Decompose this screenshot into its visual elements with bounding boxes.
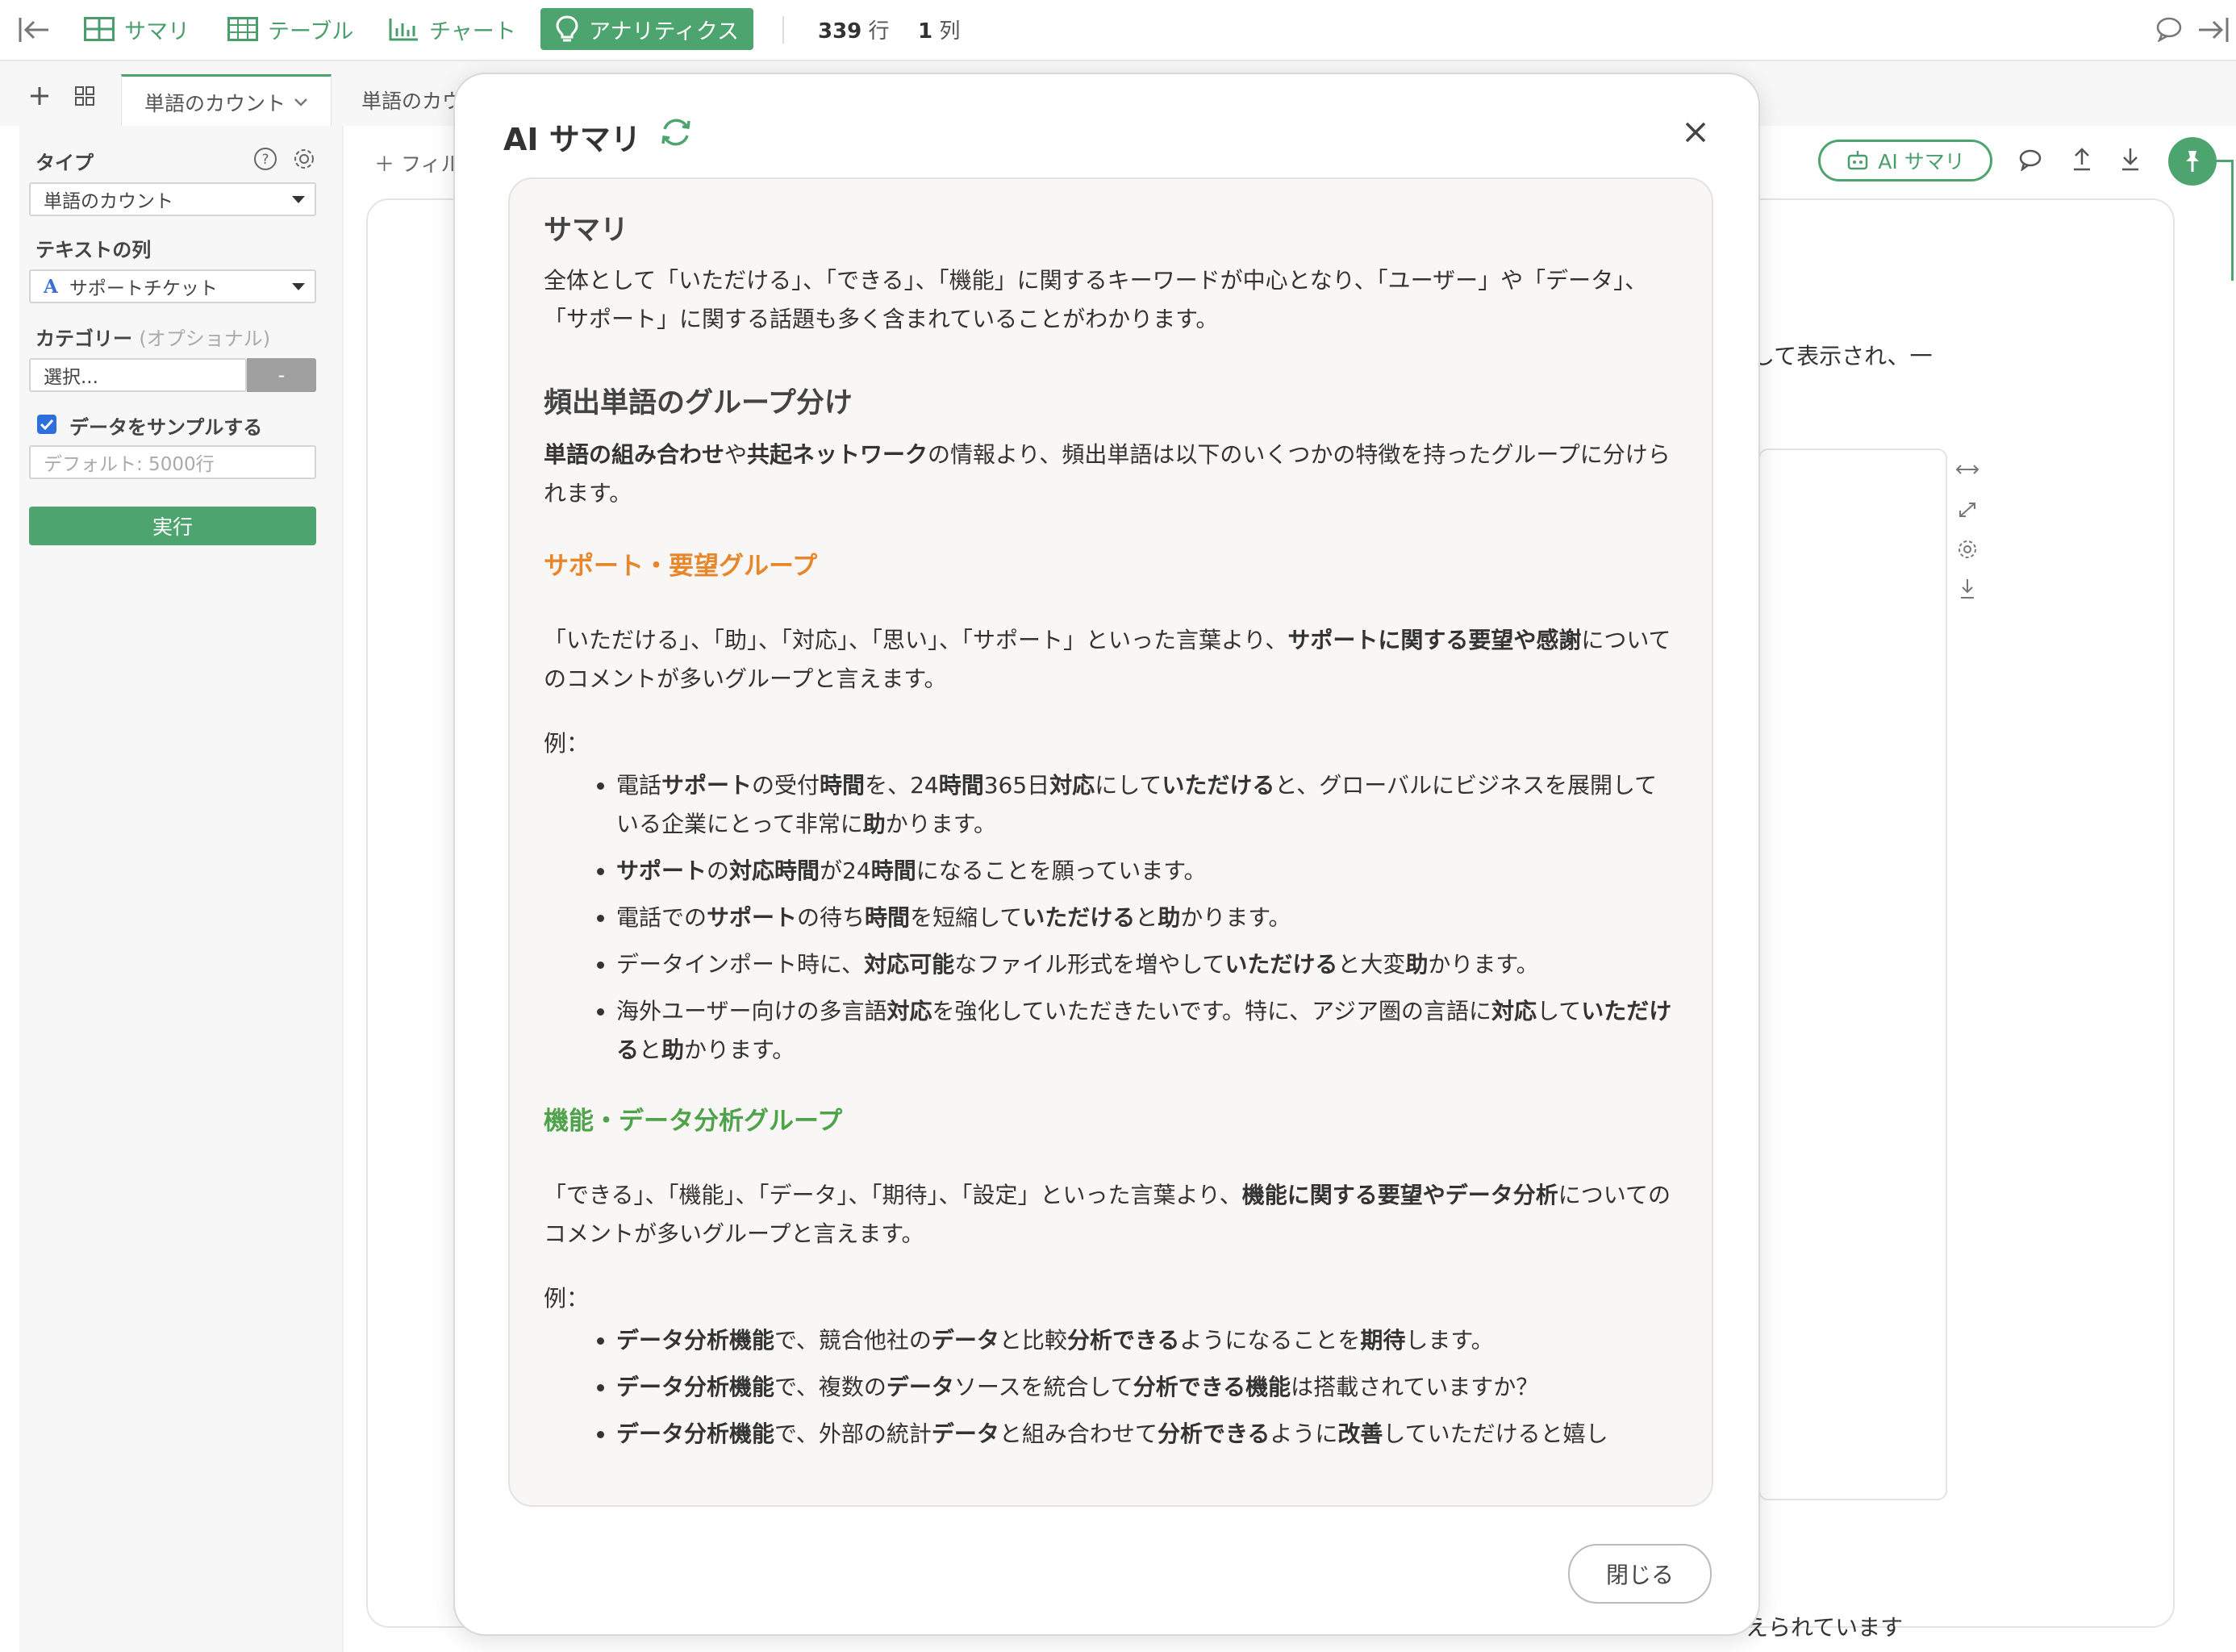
settings-icon[interactable]	[1955, 539, 1979, 560]
text-column-select[interactable]: A サポートチケット	[29, 269, 316, 303]
close-icon[interactable]	[1684, 121, 1707, 147]
tab-analytics[interactable]: アナリティクス	[540, 8, 754, 50]
list-item: 電話サポートの受付時間を、24時間365日対応にしていただけると、グローバルにビ…	[616, 766, 1678, 844]
text-column-label: テキストの列	[35, 239, 152, 261]
tab-summary-label: サマリ	[124, 19, 190, 44]
chart-side-tools	[1955, 461, 1983, 600]
feature-examples: データ分析機能で、競合他社のデータと比較分析できるようになることを期待します。 …	[544, 1321, 1678, 1454]
text-type-icon: A	[44, 275, 58, 298]
feature-example-label: 例：	[544, 1285, 590, 1312]
grid-icon	[84, 17, 115, 41]
summary-heading: サマリ	[544, 215, 629, 247]
list-item: データ分析機能で、外部の統計データと組み合わせて分析できるように改善していただけ…	[616, 1415, 1678, 1454]
collapse-left-icon[interactable]	[18, 16, 50, 47]
download-icon[interactable]	[1955, 578, 1979, 600]
tab-word-count-1[interactable]: 単語のカウント	[121, 74, 332, 128]
gear-icon[interactable]	[292, 147, 316, 174]
fullscreen-icon[interactable]	[1955, 500, 1979, 519]
support-examples: 電話サポートの受付時間を、24時間365日対応にしていただけると、グローバルにビ…	[544, 766, 1678, 1070]
type-label: タイプ	[35, 152, 94, 174]
text-column-value: サポートチケット	[69, 278, 218, 299]
background-text: して表示され、一	[1752, 343, 1933, 369]
comment-icon[interactable]	[2155, 16, 2183, 45]
checkmark-icon	[40, 419, 54, 430]
caret-down-icon	[292, 196, 305, 203]
category-clear-button[interactable]: -	[247, 358, 316, 392]
column-count: 1 列	[918, 19, 961, 44]
tab-label: 単語のカウント	[144, 92, 286, 115]
top-toolbar: サマリ テーブル チャート アナリティクス 339 行 1 列	[0, 0, 2236, 61]
chart-panel	[1758, 448, 1947, 1500]
grouping-intro: 単語の組み合わせや共起ネットワークの情報より、頻出単語は以下のいくつかの特徴を持…	[544, 441, 1671, 507]
help-icon[interactable]: ?	[253, 147, 277, 174]
comment-icon[interactable]	[2018, 148, 2042, 174]
upload-icon[interactable]	[2071, 147, 2092, 174]
list-item: データ分析機能で、競合他社のデータと比較分析できるようになることを期待します。	[616, 1321, 1678, 1360]
category-label: カテゴリー (オプショナル)	[35, 327, 271, 350]
category-placeholder: 選択...	[44, 367, 98, 388]
sample-size-placeholder: デフォルト: 5000行	[44, 454, 215, 475]
lightbulb-icon	[556, 15, 578, 42]
tab-chart[interactable]: チャート	[389, 8, 516, 50]
background-bottom-text: えられています	[1746, 1614, 1904, 1641]
pin-icon	[2186, 151, 2199, 172]
robot-icon	[1848, 151, 1868, 170]
row-count: 339 行	[818, 19, 890, 44]
feature-group-heading: 機能・データ分析グループ	[544, 1107, 843, 1136]
summary-text: 全体として「いただける」、「できる」、「機能」に関するキーワードが中心となり、「…	[544, 267, 1648, 332]
sample-label: データをサンプルする	[69, 416, 263, 439]
tab-chart-label: チャート	[429, 19, 516, 44]
list-item: 海外ユーザー向けの多言語対応を強化していただきたいです。特に、アジア圏の言語に対…	[616, 992, 1678, 1070]
tab-grid-icon[interactable]	[74, 86, 95, 110]
filter-button[interactable]: ＋ フィル	[374, 148, 461, 177]
refresh-icon[interactable]	[658, 115, 694, 153]
list-item: サポートの対応時間が24時間になることを願っています。	[616, 852, 1678, 891]
collapse-right-icon[interactable]	[2197, 16, 2230, 47]
support-group-heading: サポート・要望グループ	[544, 552, 818, 581]
list-item: データ分析機能で、複数のデータソースを統合して分析できる機能は搭載されていますか…	[616, 1368, 1678, 1407]
modal-title: AI サマリ	[503, 122, 641, 157]
tab-table-label: テーブル	[268, 19, 354, 44]
summary-content-inner: サマリ 全体として「いただける」、「できる」、「機能」に関するキーワードが中心と…	[544, 203, 1678, 1462]
sample-size-input[interactable]: デフォルト: 5000行	[29, 445, 316, 479]
plus-icon: ＋	[374, 152, 401, 176]
pin-button[interactable]	[2168, 137, 2217, 186]
table-icon	[227, 17, 258, 41]
bar-chart-icon	[389, 19, 418, 41]
tab-table[interactable]: テーブル	[227, 8, 353, 50]
pin-connector-vertical	[2231, 160, 2234, 281]
pin-connector	[2217, 160, 2233, 162]
expand-width-icon[interactable]	[1955, 461, 1979, 478]
config-sidebar: タイプ ? 単語のカウント テキストの列 A サポートチケット カテゴリー (オ…	[19, 126, 344, 1652]
list-item: データインポート時に、対応可能なファイル形式を増やしていただけると大変助かります…	[616, 945, 1678, 984]
close-button[interactable]: 閉じる	[1568, 1544, 1712, 1604]
ai-summary-button[interactable]: AI サマリ	[1818, 140, 1992, 181]
sample-checkbox[interactable]	[37, 415, 56, 434]
svg-text:?: ?	[261, 152, 269, 168]
support-group-text: 「いただける」、「助」、「対応」、「思い」、「サポート」といった言葉より、サポー…	[544, 627, 1671, 692]
ai-summary-modal: AI サマリ サマリ 全体として「いただける」、「できる」、「機能」に関するキー…	[453, 73, 1760, 1636]
chevron-down-icon[interactable]	[294, 98, 308, 107]
type-select-value: 単語のカウント	[44, 191, 173, 212]
list-item: 電話でのサポートの待ち時間を短縮していただけると助かります。	[616, 899, 1678, 937]
tab-summary[interactable]: サマリ	[84, 8, 190, 50]
ai-summary-label: AI サマリ	[1878, 150, 1965, 173]
type-select[interactable]: 単語のカウント	[29, 182, 316, 216]
category-select[interactable]: 選択...	[29, 358, 247, 392]
run-button[interactable]: 実行	[29, 507, 316, 545]
summary-content[interactable]: サマリ 全体として「いただける」、「できる」、「機能」に関するキーワードが中心と…	[508, 177, 1713, 1507]
download-icon[interactable]	[2120, 147, 2141, 174]
tab-label: 単語のカウ	[361, 90, 463, 113]
grouping-heading: 頻出単語のグループ分け	[544, 387, 853, 419]
tab-analytics-label: アナリティクス	[589, 19, 740, 44]
feature-group-text: 「できる」、「機能」、「データ」、「期待」、「設定」といった言葉より、機能に関す…	[544, 1182, 1671, 1247]
toolbar-divider	[782, 16, 784, 44]
add-tab-icon[interactable]	[29, 86, 50, 110]
support-example-label: 例：	[544, 730, 590, 757]
caret-down-icon	[292, 283, 305, 290]
